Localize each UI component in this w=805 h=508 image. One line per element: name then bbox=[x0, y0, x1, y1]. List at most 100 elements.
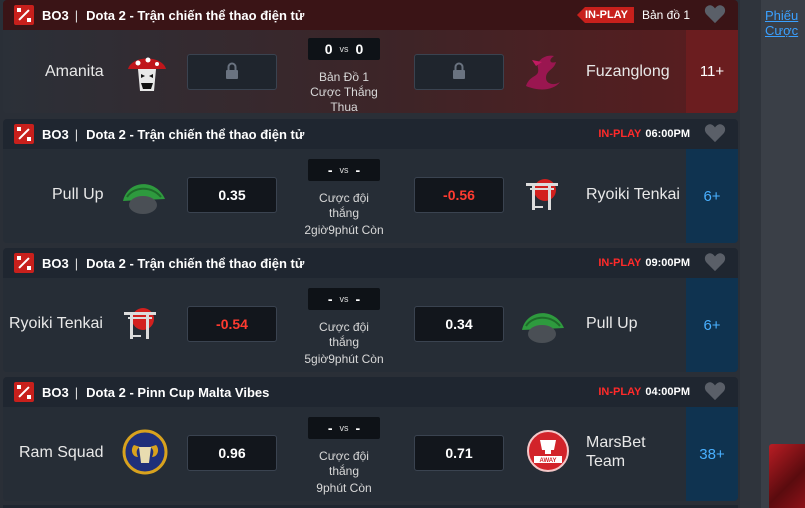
best-of: BO3 bbox=[42, 384, 69, 400]
market-line-2: thắng bbox=[328, 464, 360, 478]
bet-slip-panel-inner bbox=[761, 0, 805, 508]
match-body: Ryoiki Tenkai -0.54 - vs - Cược đội thắn… bbox=[3, 278, 738, 372]
market-line-2: thắng bbox=[328, 335, 360, 349]
separator: | bbox=[74, 255, 79, 271]
pull-up-logo bbox=[520, 300, 566, 346]
match-card: BO3 | Dota 2 - Pinn Cup Malta Vibes IN-P… bbox=[3, 377, 738, 501]
best-of: BO3 bbox=[42, 126, 69, 142]
market-info: Bản Đồ 1 Cược Thắng Thua bbox=[294, 70, 394, 113]
favorite-heart-icon[interactable] bbox=[704, 4, 726, 26]
odd-team2[interactable]: 0.34 bbox=[414, 306, 504, 342]
vs-label: vs bbox=[339, 165, 349, 175]
market-line-1: Cược đội bbox=[319, 320, 369, 334]
more-bets-button[interactable]: 6+ bbox=[686, 278, 738, 372]
ryoiki-tenkai-logo bbox=[117, 299, 163, 345]
match-card: BO3 | Dota 2 - Trận chiến thể thao điện … bbox=[3, 248, 738, 372]
market-line-2: Cược Thắng bbox=[310, 85, 378, 99]
odd-team2[interactable]: -0.56 bbox=[414, 177, 504, 213]
bet-slip-link[interactable]: Phiếu Cược bbox=[765, 8, 798, 38]
time-remaining: 2giờ9phút Còn bbox=[304, 223, 384, 237]
tournament-title: Dota 2 - Trận chiến thể thao điện tử bbox=[86, 126, 305, 142]
ram-squad-logo bbox=[122, 429, 168, 475]
time-remaining: 9phút Còn bbox=[316, 481, 372, 495]
tournament-title: Dota 2 - Trận chiến thể thao điện tử bbox=[86, 255, 305, 271]
start-time: 06:00PM bbox=[645, 128, 690, 140]
favorite-heart-icon[interactable] bbox=[704, 123, 726, 145]
promo-banner[interactable] bbox=[769, 444, 805, 508]
odd-team2[interactable]: 0.71 bbox=[414, 435, 504, 471]
odd-team1[interactable]: 0.35 bbox=[187, 177, 277, 213]
bet-slip-label-2: Cược bbox=[765, 23, 799, 38]
vs-label: vs bbox=[339, 294, 349, 304]
odd-team1[interactable]: -0.54 bbox=[187, 306, 277, 342]
lock-icon bbox=[224, 62, 240, 83]
score-team1: - bbox=[327, 420, 333, 436]
separator: | bbox=[74, 7, 79, 23]
in-play-status: IN-PLAY bbox=[598, 257, 642, 269]
favorite-heart-icon[interactable] bbox=[704, 381, 726, 403]
odd-team1[interactable]: 0.96 bbox=[187, 435, 277, 471]
tournament-title: Dota 2 - Pinn Cup Malta Vibes bbox=[86, 384, 270, 400]
team2-name: Fuzanglong bbox=[586, 63, 670, 80]
more-bets-button[interactable]: 6+ bbox=[686, 149, 738, 243]
best-of: BO3 bbox=[42, 7, 69, 23]
scoreboard: 0 vs 0 bbox=[308, 38, 380, 60]
dota2-icon bbox=[14, 382, 34, 402]
scoreboard: - vs - bbox=[308, 159, 380, 181]
score-team2: - bbox=[355, 162, 361, 178]
score-team2: 0 bbox=[355, 41, 364, 57]
vs-label: vs bbox=[339, 44, 349, 54]
svg-text:AWAY: AWAY bbox=[539, 458, 556, 464]
pull-up-logo bbox=[121, 171, 167, 217]
start-time: 04:00PM bbox=[645, 386, 690, 398]
map-label: Bản đồ 1 bbox=[641, 8, 690, 22]
vs-label: vs bbox=[339, 423, 349, 433]
market-line-1: Cược đội bbox=[319, 191, 369, 205]
marsbet-team-logo: AWAY bbox=[525, 428, 571, 474]
in-play-status: IN-PLAY bbox=[598, 128, 642, 140]
score-team2: - bbox=[355, 420, 361, 436]
dota2-icon bbox=[14, 253, 34, 273]
odd-locked-team1 bbox=[187, 54, 277, 90]
separator: | bbox=[74, 126, 79, 142]
favorite-heart-icon[interactable] bbox=[704, 252, 726, 274]
market-line-2: thắng bbox=[328, 206, 360, 220]
in-play-badge: IN-PLAY bbox=[576, 7, 634, 23]
team2-name: MarsBet Team bbox=[586, 433, 646, 471]
lock-icon bbox=[451, 62, 467, 83]
market-line-3: Thua bbox=[330, 100, 358, 113]
separator: | bbox=[74, 384, 79, 400]
more-bets-button[interactable]: 38+ bbox=[686, 407, 738, 501]
tournament-title: Dota 2 - Trận chiến thể thao điện tử bbox=[86, 7, 305, 23]
team2-name-line1: MarsBet bbox=[586, 434, 646, 451]
scoreboard: - vs - bbox=[308, 288, 380, 310]
team1-name: Pull Up bbox=[52, 186, 104, 203]
fuzanglong-logo bbox=[520, 48, 566, 94]
match-card: BO3 | Dota 2 - Trận chiến thể thao điện … bbox=[3, 0, 738, 113]
market-line-1: Cược đội bbox=[319, 449, 369, 463]
match-header: BO3 | Dota 2 - Trận chiến thể thao điện … bbox=[3, 119, 738, 149]
scoreboard: - vs - bbox=[308, 417, 380, 439]
odd-locked-team2 bbox=[414, 54, 504, 90]
in-play-status: IN-PLAY bbox=[598, 386, 642, 398]
team1-name: Amanita bbox=[45, 63, 104, 80]
team1-name: Ram Squad bbox=[19, 444, 104, 461]
score-team1: - bbox=[327, 291, 333, 307]
dota2-icon bbox=[14, 5, 34, 25]
team1-name: Ryoiki Tenkai bbox=[9, 315, 103, 332]
best-of: BO3 bbox=[42, 255, 69, 271]
match-header: BO3 | Dota 2 - Trận chiến thể thao điện … bbox=[3, 0, 738, 30]
dota2-icon bbox=[14, 124, 34, 144]
bet-slip-label-1: Phiếu bbox=[765, 8, 799, 23]
match-header: BO3 | Dota 2 - Pinn Cup Malta Vibes IN-P… bbox=[3, 377, 738, 407]
amanita-logo bbox=[124, 49, 170, 95]
score-team1: - bbox=[327, 162, 333, 178]
match-card: BO3 | Dota 2 - Trận chiến thể thao điện … bbox=[3, 119, 738, 243]
more-bets-button[interactable]: 11+ bbox=[686, 30, 738, 113]
market-info: Cược đội thắng 2giờ9phút Còn bbox=[294, 191, 394, 238]
score-team1: 0 bbox=[324, 41, 333, 57]
start-time: 09:00PM bbox=[645, 257, 690, 269]
ryoiki-tenkai-logo bbox=[519, 170, 565, 216]
time-remaining: 5giờ9phút Còn bbox=[304, 352, 384, 366]
match-header: BO3 | Dota 2 - Trận chiến thể thao điện … bbox=[3, 248, 738, 278]
